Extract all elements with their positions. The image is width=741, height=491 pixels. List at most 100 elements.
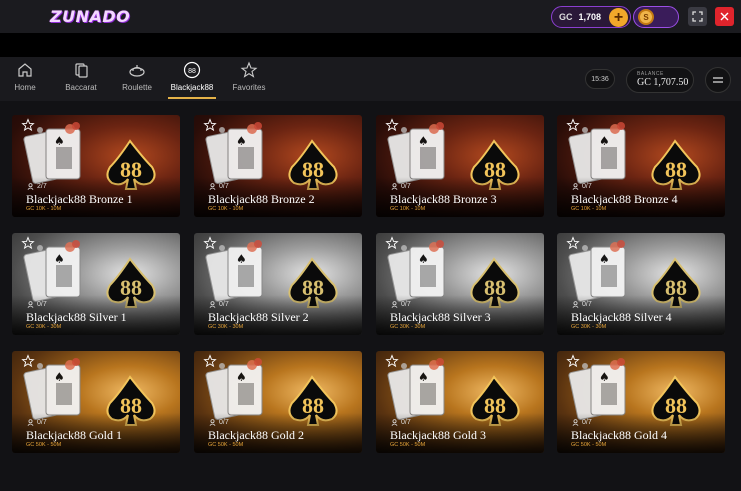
- favorite-star-icon[interactable]: [203, 118, 217, 132]
- game-table-card[interactable]: ♠ 88 0/7 Blackjack88 Silv: [557, 233, 725, 335]
- player-count-value: 0/7: [219, 301, 229, 308]
- cards-icon: [75, 63, 88, 78]
- table-name: Blackjack88 Gold 1: [26, 428, 122, 442]
- sc-coin-icon: S: [638, 9, 654, 25]
- player-count-value: 0/7: [401, 183, 411, 190]
- favorite-star-icon[interactable]: [385, 118, 399, 132]
- tab-label: Home: [14, 83, 36, 92]
- game-table-card[interactable]: ♠ 88 0/7 Blackjack88 Silv: [194, 233, 362, 335]
- table-name: Blackjack88 Silver 2: [208, 310, 309, 324]
- favorite-star-icon[interactable]: [21, 236, 35, 250]
- svg-text:♠: ♠: [599, 252, 610, 266]
- game-table-card[interactable]: ♠ 88 0/7 Blackjack88 Bron: [194, 115, 362, 217]
- table-limits: GC 10K - 10M: [571, 206, 607, 212]
- game-table-card[interactable]: ♠ 88 0/7 Blackjack88 Gold: [194, 351, 362, 453]
- tab-baccarat[interactable]: Baccarat: [62, 61, 100, 99]
- table-limits: GC 30K - 30M: [390, 324, 426, 330]
- table-limits: GC 30K - 30M: [571, 324, 607, 330]
- table-limits: GC 30K - 30M: [208, 324, 244, 330]
- user-icon: [209, 419, 216, 426]
- user-icon: [209, 301, 216, 308]
- fullscreen-icon: [692, 11, 703, 22]
- user-icon: [572, 301, 579, 308]
- player-count: 2/7: [27, 183, 47, 190]
- user-icon: [27, 183, 34, 190]
- table-limits: GC 30K - 30M: [26, 324, 62, 330]
- menu-icon: [713, 77, 723, 83]
- game-table-card[interactable]: ♠ 88 0/7 Blackjack88 Bron: [376, 115, 544, 217]
- game-table-card[interactable]: ♠ 88 0/7 Blackjack88 Gold: [12, 351, 180, 453]
- home-icon: [18, 63, 32, 77]
- favorite-star-icon[interactable]: [566, 354, 580, 368]
- table-limits: GC 50K - 50M: [26, 442, 62, 448]
- close-button[interactable]: [715, 7, 734, 26]
- user-icon: [391, 301, 398, 308]
- game-table-card[interactable]: ♠ 88 2/7 Blackjack88 Bronze 1 GC 10K - 1…: [12, 115, 180, 217]
- blackjack88-icon: 88: [183, 61, 201, 79]
- player-count-value: 0/7: [37, 419, 47, 426]
- svg-text:♠: ♠: [418, 134, 429, 148]
- favorite-star-icon[interactable]: [21, 354, 35, 368]
- game-table-card[interactable]: ♠ 88 0/7 Blackjack88 Silv: [376, 233, 544, 335]
- favorite-star-icon[interactable]: [566, 236, 580, 250]
- user-icon: [27, 301, 34, 308]
- player-count-value: 2/7: [37, 183, 47, 190]
- table-name: Blackjack88 Bronze 2: [208, 192, 315, 206]
- favorite-star-icon[interactable]: [203, 236, 217, 250]
- tab-label: Favorites: [232, 83, 266, 92]
- tab-blackjack88[interactable]: 88 Blackjack88: [168, 61, 216, 99]
- svg-text:♠: ♠: [236, 252, 247, 266]
- favorite-star-icon[interactable]: [21, 118, 35, 132]
- svg-text:88: 88: [188, 68, 196, 75]
- add-coins-button[interactable]: +: [609, 8, 628, 27]
- table-grid: ♠ 88 2/7 Blackjack88 Bronze 1 GC 10K - 1…: [0, 101, 741, 491]
- player-count-value: 0/7: [219, 183, 229, 190]
- roulette-icon: [129, 65, 145, 77]
- tab-roulette[interactable]: Roulette: [119, 61, 155, 99]
- player-count-value: 0/7: [582, 419, 592, 426]
- favorite-star-icon[interactable]: [203, 354, 217, 368]
- game-table-card[interactable]: ♠ 88 0/7 Blackjack88 Silv: [12, 233, 180, 335]
- category-nav: Home Baccarat Roulette 88 Blackjack88 Fa…: [0, 57, 741, 101]
- balance-value: GC 1,707.50: [637, 77, 689, 88]
- fullscreen-button[interactable]: [688, 7, 707, 26]
- tab-home[interactable]: Home: [10, 61, 40, 99]
- menu-button[interactable]: [705, 67, 731, 93]
- currency-amount: 1,708: [578, 12, 602, 22]
- svg-text:♠: ♠: [418, 252, 429, 266]
- svg-text:♠: ♠: [54, 252, 65, 266]
- player-count: 0/7: [27, 301, 47, 308]
- game-table-card[interactable]: ♠ 88 0/7 Blackjack88 Gold: [376, 351, 544, 453]
- player-count: 0/7: [27, 419, 47, 426]
- player-count: 0/7: [572, 183, 592, 190]
- favorite-star-icon[interactable]: [566, 118, 580, 132]
- favorite-star-icon[interactable]: [385, 236, 399, 250]
- tab-favorites[interactable]: Favorites: [230, 61, 268, 99]
- user-icon: [27, 419, 34, 426]
- table-name: Blackjack88 Silver 4: [571, 310, 672, 324]
- tab-label: Baccarat: [65, 83, 97, 92]
- player-count-value: 0/7: [401, 419, 411, 426]
- clock: 15:36: [585, 69, 615, 89]
- brand-logo[interactable]: ZUNADO: [50, 7, 130, 26]
- svg-text:♠: ♠: [599, 134, 610, 148]
- svg-text:♠: ♠: [418, 370, 429, 384]
- game-table-card[interactable]: ♠ 88 0/7 Blackjack88 Gold: [557, 351, 725, 453]
- table-name: Blackjack88 Bronze 1: [26, 192, 133, 206]
- player-count: 0/7: [391, 183, 411, 190]
- table-limits: GC 50K - 50M: [390, 442, 426, 448]
- table-limits: GC 10K - 10M: [390, 206, 426, 212]
- table-name: Blackjack88 Gold 2: [208, 428, 304, 442]
- star-icon: [240, 61, 258, 78]
- player-count-value: 0/7: [37, 301, 47, 308]
- player-count: 0/7: [209, 301, 229, 308]
- player-count: 0/7: [391, 301, 411, 308]
- svg-text:♠: ♠: [599, 370, 610, 384]
- favorite-star-icon[interactable]: [385, 354, 399, 368]
- game-table-card[interactable]: ♠ 88 0/7 Blackjack88 Bron: [557, 115, 725, 217]
- currency-label: GC: [559, 12, 573, 22]
- svg-text:♠: ♠: [54, 370, 65, 384]
- table-limits: GC 10K - 10M: [208, 206, 244, 212]
- user-icon: [572, 419, 579, 426]
- player-count: 0/7: [391, 419, 411, 426]
